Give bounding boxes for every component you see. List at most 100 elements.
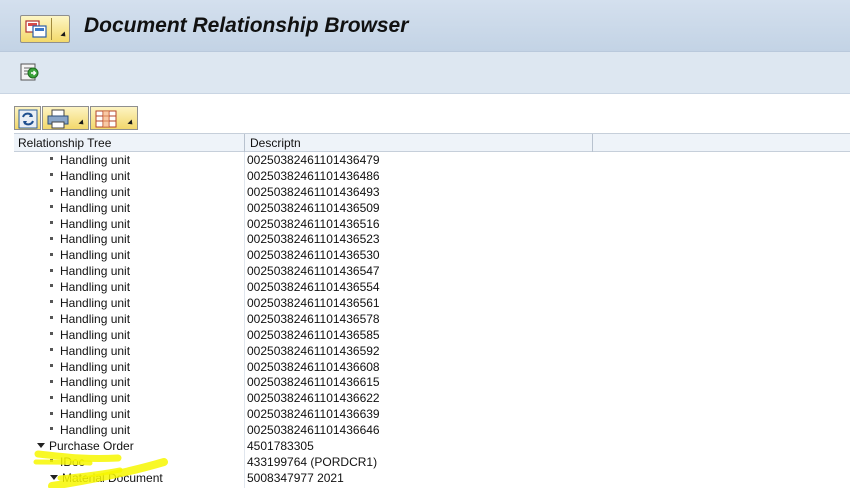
print-icon bbox=[47, 109, 69, 129]
tree-node[interactable]: Handling unit bbox=[14, 185, 244, 200]
tree-node[interactable]: Handling unit bbox=[14, 201, 244, 216]
tree-node[interactable]: Handling unit bbox=[14, 248, 244, 263]
table-row[interactable]: Purchase Order 4501783305 bbox=[14, 439, 850, 455]
tree-node-label: Handling unit bbox=[60, 407, 131, 422]
expand-triangle-icon[interactable] bbox=[50, 475, 58, 481]
tree-node[interactable]: Handling unit bbox=[14, 360, 244, 375]
leaf-bullet-icon bbox=[50, 220, 53, 224]
expand-triangle-icon[interactable] bbox=[37, 443, 45, 449]
leaf-bullet-icon bbox=[50, 332, 53, 336]
description-cell: 00250382461101436493 bbox=[247, 184, 380, 199]
application-toolbar bbox=[0, 52, 850, 94]
leaf-bullet-icon bbox=[50, 205, 53, 208]
leaf-bullet-icon bbox=[50, 189, 53, 193]
tree-node[interactable]: Handling unit bbox=[14, 280, 244, 295]
tree-node[interactable]: Purchase Order bbox=[14, 439, 244, 454]
column-header-descriptn[interactable]: Descriptn bbox=[250, 136, 301, 150]
table-row[interactable]: Handling unit 00250382461101436608 bbox=[14, 360, 850, 376]
tree-node[interactable]: Handling unit bbox=[14, 169, 244, 184]
column-divider[interactable] bbox=[592, 134, 593, 152]
tree-node[interactable]: IDoc bbox=[14, 455, 244, 470]
table-row[interactable]: Handling unit 00250382461101436547 bbox=[14, 264, 850, 280]
table-row[interactable]: Material Document 5008347977 2021 bbox=[14, 471, 850, 487]
tree-node[interactable]: Handling unit bbox=[14, 232, 244, 247]
table-row[interactable]: Handling unit 00250382461101436622 bbox=[14, 391, 850, 407]
tree-node-label: Handling unit bbox=[60, 359, 131, 374]
tree-node-label: Handling unit bbox=[60, 311, 131, 326]
description-cell: 4501783305 bbox=[247, 439, 314, 454]
table-row[interactable]: Handling unit 00250382461101436530 bbox=[14, 248, 850, 264]
tree-node-label: IDoc bbox=[60, 454, 85, 469]
tree-node-label: Material Document bbox=[62, 470, 163, 485]
tree-node-label: Purchase Order bbox=[49, 439, 134, 454]
table-row[interactable]: Handling unit 00250382461101436646 bbox=[14, 423, 850, 439]
tree-node-label: Handling unit bbox=[60, 280, 131, 295]
tree-node-label: Handling unit bbox=[60, 216, 131, 231]
menu-button[interactable] bbox=[20, 15, 70, 43]
leaf-bullet-icon bbox=[50, 395, 53, 399]
leaf-bullet-icon bbox=[50, 268, 53, 272]
tree-node[interactable]: Handling unit bbox=[14, 344, 244, 359]
table-row[interactable]: Handling unit 00250382461101436523 bbox=[14, 232, 850, 248]
tree-node[interactable]: Handling unit bbox=[14, 423, 244, 438]
column-header-relationship-tree[interactable]: Relationship Tree bbox=[18, 136, 111, 150]
description-cell: 00250382461101436547 bbox=[247, 264, 380, 279]
table-row[interactable]: Handling unit 00250382461101436479 bbox=[14, 153, 850, 169]
description-cell: 00250382461101436585 bbox=[247, 327, 380, 342]
tree-node[interactable]: Handling unit bbox=[14, 312, 244, 327]
description-cell: 00250382461101436530 bbox=[247, 248, 380, 263]
relationship-tree-grid: Relationship Tree Descriptn Handling uni… bbox=[14, 133, 850, 488]
tree-node-label: Handling unit bbox=[60, 423, 131, 438]
table-row[interactable]: Handling unit 00250382461101436554 bbox=[14, 280, 850, 296]
tree-node[interactable]: Handling unit bbox=[14, 375, 244, 390]
tree-node-label: Handling unit bbox=[60, 264, 131, 279]
description-cell: 00250382461101436554 bbox=[247, 280, 380, 295]
tree-node[interactable]: Handling unit bbox=[14, 153, 244, 168]
leaf-bullet-icon bbox=[50, 157, 53, 161]
table-row[interactable]: Handling unit 00250382461101436561 bbox=[14, 296, 850, 312]
print-dropdown-caret-icon bbox=[78, 119, 86, 127]
window-title: Document Relationship Browser bbox=[84, 14, 409, 37]
description-cell: 00250382461101436608 bbox=[247, 359, 380, 374]
layout-icon bbox=[95, 110, 117, 128]
tree-node[interactable]: Handling unit bbox=[14, 264, 244, 279]
sap-menu-icon bbox=[25, 20, 47, 38]
leaf-bullet-icon bbox=[50, 316, 53, 320]
table-row[interactable]: Handling unit 00250382461101436578 bbox=[14, 312, 850, 328]
table-row[interactable]: Handling unit 00250382461101436639 bbox=[14, 407, 850, 423]
tree-node[interactable]: Material Document bbox=[14, 471, 244, 486]
table-row[interactable]: IDoc 433199764 (PORDCR1) bbox=[14, 455, 850, 471]
title-bar: Document Relationship Browser bbox=[0, 0, 850, 52]
print-button[interactable] bbox=[42, 106, 89, 130]
table-row[interactable]: Handling unit 00250382461101436509 bbox=[14, 201, 850, 217]
layout-button[interactable] bbox=[90, 106, 138, 130]
refresh-button[interactable] bbox=[14, 106, 41, 130]
tree-node-label: Handling unit bbox=[60, 391, 131, 406]
tree-node[interactable]: Handling unit bbox=[14, 217, 244, 232]
tree-node[interactable]: Handling unit bbox=[14, 407, 244, 422]
grid-rows: Handling unit 00250382461101436479 Handlin… bbox=[14, 153, 850, 487]
description-cell: 00250382461101436523 bbox=[247, 232, 380, 247]
grid-toolbar bbox=[0, 95, 850, 132]
table-row[interactable]: Handling unit 00250382461101436493 bbox=[14, 185, 850, 201]
table-row[interactable]: Handling unit 00250382461101436592 bbox=[14, 344, 850, 360]
table-row[interactable]: Handling unit 00250382461101436516 bbox=[14, 217, 850, 233]
description-cell: 00250382461101436509 bbox=[247, 200, 380, 215]
display-object-icon[interactable] bbox=[19, 61, 41, 83]
refresh-icon bbox=[18, 109, 38, 129]
description-cell: 5008347977 2021 bbox=[247, 470, 344, 485]
leaf-bullet-icon bbox=[50, 363, 53, 367]
tree-node[interactable]: Handling unit bbox=[14, 328, 244, 343]
description-cell: 00250382461101436622 bbox=[247, 391, 380, 406]
tree-node[interactable]: Handling unit bbox=[14, 391, 244, 406]
tree-node-label: Handling unit bbox=[60, 375, 131, 390]
column-divider[interactable] bbox=[244, 134, 245, 152]
tree-node-label: Handling unit bbox=[60, 248, 131, 263]
description-cell: 00250382461101436592 bbox=[247, 343, 380, 358]
table-row[interactable]: Handling unit 00250382461101436585 bbox=[14, 328, 850, 344]
menu-dropdown-caret-icon bbox=[60, 31, 68, 39]
table-row[interactable]: Handling unit 00250382461101436615 bbox=[14, 375, 850, 391]
description-cell: 00250382461101436561 bbox=[247, 296, 380, 311]
table-row[interactable]: Handling unit 00250382461101436486 bbox=[14, 169, 850, 185]
tree-node[interactable]: Handling unit bbox=[14, 296, 244, 311]
